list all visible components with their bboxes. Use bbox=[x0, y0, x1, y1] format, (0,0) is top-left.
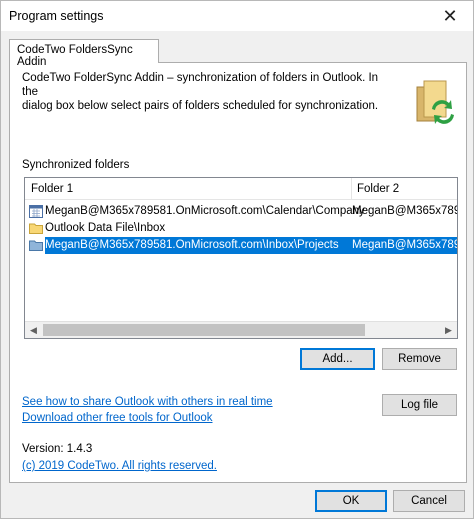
list-item[interactable]: Outlook Data File\Inbox bbox=[27, 220, 457, 237]
mail-folder-icon bbox=[29, 240, 43, 251]
folder-2-cell: MeganB@M365x789 bbox=[352, 205, 457, 217]
close-button[interactable]: ✕ bbox=[427, 1, 473, 31]
program-settings-dialog: Program settings ✕ CodeTwo FoldersSync A… bbox=[0, 0, 474, 519]
list-header: Folder 1 Folder 2 bbox=[25, 178, 457, 200]
title-bar: Program settings ✕ bbox=[1, 1, 473, 31]
folder-icon bbox=[29, 223, 43, 234]
scrollbar-thumb[interactable] bbox=[43, 324, 365, 336]
description-text: CodeTwo FolderSync Addin – synchronizati… bbox=[22, 71, 382, 113]
log-file-button[interactable]: Log file bbox=[382, 394, 457, 416]
copyright-link[interactable]: (c) 2019 CodeTwo. All rights reserved. bbox=[22, 460, 217, 472]
column-divider[interactable] bbox=[351, 178, 352, 200]
folder-2-cell: MeganB@M365x789 bbox=[352, 239, 457, 251]
log-file-button-label: Log file bbox=[400, 399, 439, 411]
folder-sync-icon bbox=[416, 80, 454, 124]
ok-button[interactable]: OK bbox=[315, 490, 387, 512]
ok-button-label: OK bbox=[342, 495, 360, 507]
add-button-label: Add... bbox=[322, 353, 353, 365]
calendar-icon bbox=[29, 205, 43, 218]
description-line-2: dialog box below select pairs of folders… bbox=[22, 100, 379, 112]
tab-codetwo-folderssync-addin[interactable]: CodeTwo FoldersSync Addin bbox=[9, 39, 159, 68]
list-item-selected[interactable]: MeganB@M365x789581.OnMicrosoft.com\Inbox… bbox=[27, 237, 457, 254]
cancel-button-label: Cancel bbox=[411, 495, 447, 507]
synchronized-folders-list[interactable]: Folder 1 Folder 2 MeganB@M365x789581.OnM… bbox=[24, 177, 458, 339]
synchronized-folders-label: Synchronized folders bbox=[22, 159, 130, 171]
add-button[interactable]: Add... bbox=[300, 348, 375, 370]
scroll-right-icon[interactable]: ▶ bbox=[440, 322, 457, 338]
folder-1-cell: MeganB@M365x789581.OnMicrosoft.com\Calen… bbox=[45, 205, 365, 217]
close-icon: ✕ bbox=[442, 5, 458, 26]
version-text: Version: 1.4.3 bbox=[22, 443, 93, 455]
window-title: Program settings bbox=[9, 9, 104, 23]
column-header-folder-2[interactable]: Folder 2 bbox=[357, 183, 399, 195]
description-line-1: CodeTwo FolderSync Addin – synchronizati… bbox=[22, 72, 379, 98]
remove-button-label: Remove bbox=[398, 353, 441, 365]
folder-1-cell: MeganB@M365x789581.OnMicrosoft.com\Inbox… bbox=[45, 239, 339, 251]
share-outlook-link[interactable]: See how to share Outlook with others in … bbox=[22, 396, 273, 408]
remove-button[interactable]: Remove bbox=[382, 348, 457, 370]
list-item[interactable]: MeganB@M365x789581.OnMicrosoft.com\Calen… bbox=[27, 203, 457, 220]
scroll-left-icon[interactable]: ◀ bbox=[25, 322, 42, 338]
tab-panel: CodeTwo FolderSync Addin – synchronizati… bbox=[9, 62, 467, 483]
cancel-button[interactable]: Cancel bbox=[393, 490, 465, 512]
download-tools-link[interactable]: Download other free tools for Outlook bbox=[22, 412, 213, 424]
horizontal-scrollbar[interactable]: ◀ ▶ bbox=[25, 321, 457, 338]
column-header-folder-1[interactable]: Folder 1 bbox=[31, 183, 73, 195]
folder-1-cell: Outlook Data File\Inbox bbox=[45, 222, 166, 234]
